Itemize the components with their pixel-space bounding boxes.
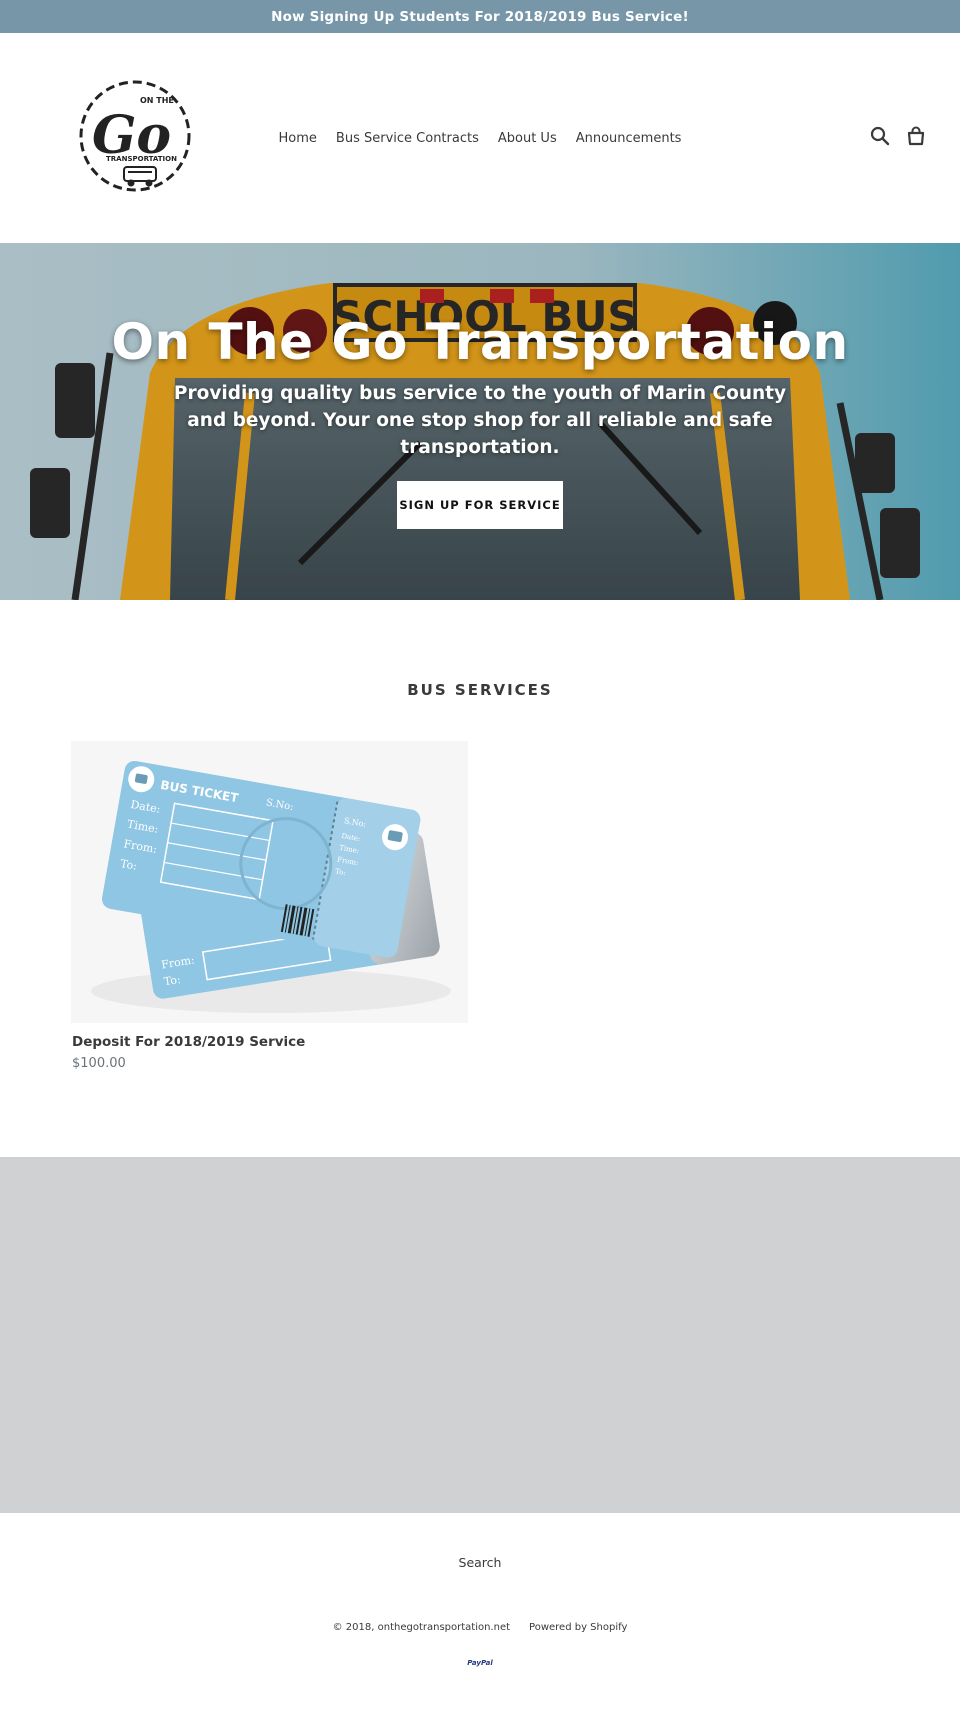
bus-services-heading: BUS SERVICES — [407, 681, 553, 699]
announcement-text: Now Signing Up Students For 2018/2019 Bu… — [271, 8, 689, 25]
site-header: ON THE Go TRANSPORTATION Home Bus Servic… — [0, 33, 960, 243]
powered-by-text[interactable]: Powered by Shopify — [529, 1622, 627, 1633]
paypal-icon: PayPal — [467, 1659, 493, 1667]
product-price: $100.00 — [72, 1056, 126, 1071]
nav-bus-service-contracts[interactable]: Bus Service Contracts — [336, 131, 479, 146]
sign-up-button[interactable]: SIGN UP FOR SERVICE — [397, 481, 563, 529]
cart-icon[interactable] — [905, 125, 927, 147]
placeholder-band — [0, 1157, 960, 1513]
product-title[interactable]: Deposit For 2018/2019 Service — [72, 1034, 305, 1050]
ticket-back-to: To: — [163, 973, 182, 988]
search-icon[interactable] — [869, 125, 891, 147]
product-card[interactable]: From: To: BUS TICKET S.No: Date: Time: F… — [71, 741, 468, 1081]
footer-meta: © 2018, onthegotransportation.net Powere… — [0, 1622, 960, 1633]
hero-banner: SCHOOL BUS On The Go Transportation Prov… — [0, 243, 960, 600]
hero-subtitle: Providing quality bus service to the you… — [173, 383, 787, 458]
hero-content: On The Go Transportation Providing quali… — [0, 243, 960, 600]
footer-search-link[interactable]: Search — [0, 1555, 960, 1570]
announcement-bar[interactable]: Now Signing Up Students For 2018/2019 Bu… — [0, 0, 960, 33]
nav-announcements[interactable]: Announcements — [576, 131, 682, 146]
product-image[interactable]: From: To: BUS TICKET S.No: Date: Time: F… — [71, 741, 468, 1023]
hero-title: On The Go Transportation — [111, 313, 849, 371]
main-nav: Home Bus Service Contracts About Us Anno… — [0, 33, 960, 243]
copyright-text[interactable]: © 2018, onthegotransportation.net — [333, 1622, 510, 1633]
nav-about-us[interactable]: About Us — [498, 131, 557, 146]
bus-ticket-illustration: From: To: BUS TICKET S.No: Date: Time: F… — [71, 741, 468, 1023]
nav-home[interactable]: Home — [279, 131, 317, 146]
